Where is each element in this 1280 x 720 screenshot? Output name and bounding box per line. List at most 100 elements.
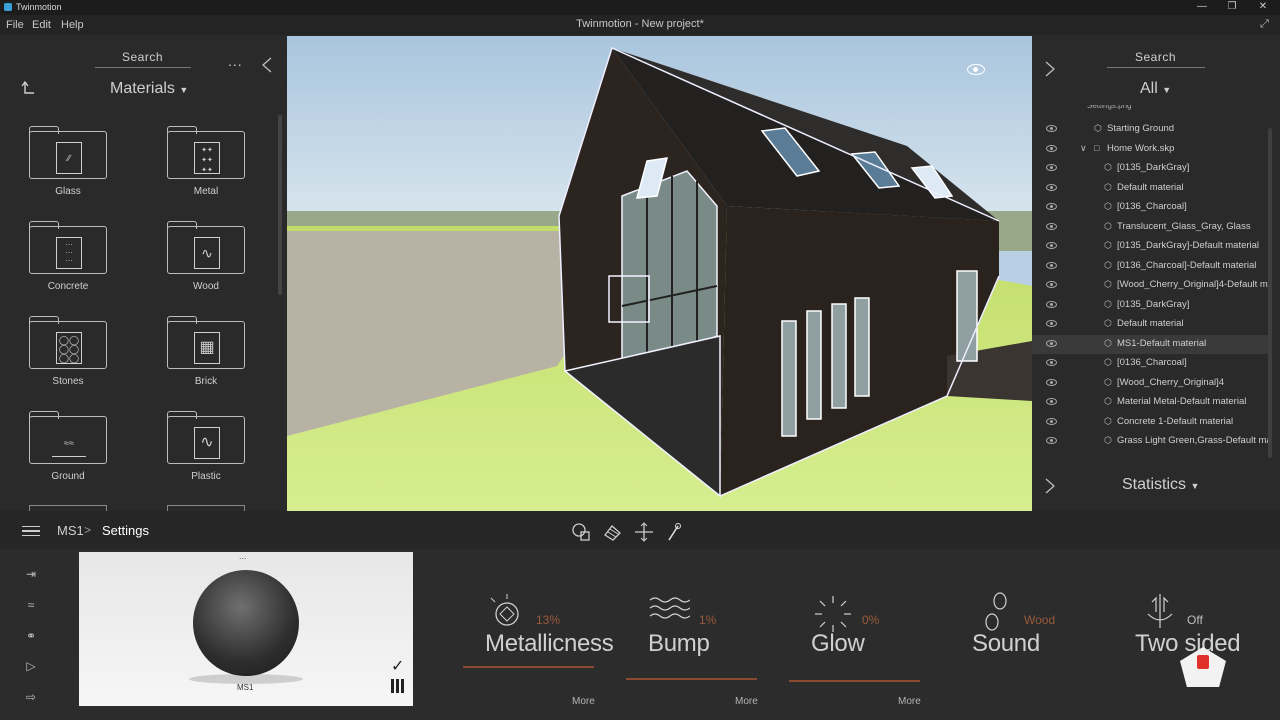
visibility-eye-icon[interactable] [1046,144,1057,152]
visibility-eye-icon[interactable] [1046,300,1057,308]
visibility-eye-icon[interactable] [1046,242,1057,249]
bump-label: Bump [648,630,710,657]
eyedropper-icon[interactable] [666,522,682,547]
expand-statistics-icon[interactable] [1045,478,1055,499]
scene-item[interactable]: ⬡ MS1-Default material [1032,334,1268,354]
cube-icon: ⬡ [1104,396,1112,406]
scene-item[interactable]: ⬡ [0136_Charcoal] [1032,354,1268,373]
scene-item[interactable]: ⬡ [0136_Charcoal]-Default material [1032,257,1268,276]
visibility-eye-icon[interactable] [1046,261,1057,269]
settings-toolbar: MS1 > Settings [0,511,1280,549]
select-object-icon[interactable] [572,523,592,546]
video-icon[interactable]: ▷ [20,659,42,673]
scene-item[interactable]: ∨ □ Home Work.skp [1032,140,1268,159]
bump-bar [626,678,757,680]
3d-viewport[interactable] [287,36,1032,511]
restore-icon[interactable]: ❐ [1218,0,1246,15]
back-icon[interactable] [19,80,35,101]
library-panel: Search ... Materials ▼ ∕∕ Glass ✦✦ ✦✦ ✦✦ M… [0,35,287,511]
visibility-eye-icon[interactable] [1046,339,1057,347]
metal-thumbnail-icon: ✦✦ ✦✦ ✦✦ [194,142,220,174]
category-ground[interactable]: ≈≈ Ground [18,411,108,496]
library-dropdown[interactable]: Materials ▼ [110,80,188,98]
scene-item[interactable]: ⬡ Concrete 1-Default material [1032,413,1268,432]
scene-item[interactable]: ⬡ Translucent_Glass_Gray, Glass [1032,218,1268,237]
scene-item[interactable]: ⬡ Grass Light Green,Grass-Default materi [1032,432,1268,451]
select-material-icon[interactable] [603,523,623,546]
sound-property[interactable]: Wood Sound [950,570,1090,720]
statistics-dropdown[interactable]: Statistics ▼ [1122,476,1199,494]
visibility-eye-icon[interactable] [1046,281,1057,288]
scene-item[interactable]: ⬡ [0135_DarkGray]-Default material [1032,237,1268,256]
folder-icon: ∿ [167,221,245,274]
library-scrollbar[interactable] [278,115,282,295]
breadcrumb-item[interactable]: MS1 [57,523,84,538]
category-stones[interactable]: ◯◯ ◯◯ ◯◯ Stones [18,316,108,401]
visibility-eye-icon[interactable] [1046,164,1057,171]
scene-item[interactable]: ⬡ Default material [1032,179,1268,198]
scene-item[interactable]: ⬡ [0135_DarkGray] [1032,296,1268,315]
grid-icon[interactable] [391,679,405,693]
visibility-eye-icon[interactable] [1046,378,1057,386]
hamburger-menu-icon[interactable] [22,526,40,536]
bump-property[interactable]: 1% Bump More [626,570,766,720]
scene-item[interactable]: ⬡ Default material [1032,315,1268,334]
preview-options-icon[interactable]: ... [239,551,247,561]
visibility-eye-icon[interactable] [1046,437,1057,444]
visibility-eye-icon[interactable] [1046,222,1057,230]
category-metal[interactable]: ✦✦ ✦✦ ✦✦ Metal [156,126,246,211]
glow-more[interactable]: More [898,696,921,707]
category-brick[interactable]: ▦ Brick [156,316,246,401]
scene-item[interactable]: ⬡ [Wood_Cherry_Original]4-Default mater [1032,276,1268,295]
minimize-icon[interactable]: — [1188,0,1216,15]
move-icon[interactable] [634,522,654,547]
media-icon[interactable]: ≈ [20,598,42,612]
visibility-eye-icon[interactable] [1046,125,1057,132]
scene-item-label: Grass Light Green,Grass-Default materi [1117,435,1268,446]
visibility-eye-icon[interactable] [1046,320,1057,327]
library-search[interactable]: Search [122,50,163,64]
scene-filter-dropdown[interactable]: All ▼ [1140,80,1171,98]
close-icon[interactable]: ✕ [1249,0,1277,15]
scene-item[interactable]: ⬡ Starting Ground [1032,120,1268,139]
scene-item-label: [0135_DarkGray]-Default material [1117,240,1260,251]
scene-search[interactable]: Search [1135,50,1176,64]
visibility-eye-icon[interactable] [1046,417,1057,425]
visibility-eye-icon[interactable] [1046,203,1057,210]
import-icon[interactable]: ⇥ [20,567,42,581]
glow-property[interactable]: 0% Glow More [789,570,929,720]
metallicness-more[interactable]: More [572,696,595,707]
category-plastic[interactable]: ∿ Plastic [156,411,246,496]
document-title: Twinmotion - New project* [576,18,704,30]
glow-icon [815,596,851,632]
fullscreen-icon[interactable]: ⤢ [1260,18,1269,31]
scene-item[interactable]: ⬡ [Wood_Cherry_Original]4 [1032,374,1268,393]
scene-scrollbar[interactable] [1268,128,1272,458]
two-sided-property[interactable]: Off Two sided [1113,570,1253,720]
expand-right-icon[interactable] [1045,61,1055,82]
scene-item[interactable]: ⬡ Material Metal-Default material [1032,393,1268,412]
sound-label: Sound [972,630,1040,657]
scene-item[interactable]: ⬡ [0135_DarkGray] [1032,159,1268,178]
visibility-eye-icon[interactable] [1046,359,1057,366]
checkmark-icon[interactable]: ✓ [391,656,404,676]
collapse-left-icon[interactable] [262,57,272,78]
category-label: Glass [55,186,81,197]
visibility-eye-icon[interactable] [1046,398,1057,405]
twinmotion-logo-icon [4,3,12,11]
folder-icon: ≈≈ [29,411,107,464]
material-preview[interactable]: ... MS1 ✓ [79,551,413,706]
chevron-down-icon[interactable]: ∨ [1080,143,1087,154]
metallicness-property[interactable]: 13% Metallicness More [463,570,614,720]
category-wood[interactable]: ∿ Wood [156,221,246,306]
visibility-eye-icon[interactable] [1046,183,1057,191]
scene-item-label: Translucent_Glass_Gray, Glass [1117,220,1251,232]
category-concrete[interactable]: ··· ··· ··· Concrete [18,221,108,306]
bump-more[interactable]: More [735,696,758,707]
export-icon[interactable]: ⇨ [20,690,42,704]
category-glass[interactable]: ∕∕ Glass [18,126,108,211]
leaf-icon[interactable]: ⚭ [20,629,42,643]
library-more-icon[interactable]: ... [228,53,243,69]
visibility-eye-icon[interactable] [967,64,985,75]
scene-item[interactable]: ⬡ [0136_Charcoal] [1032,198,1268,217]
